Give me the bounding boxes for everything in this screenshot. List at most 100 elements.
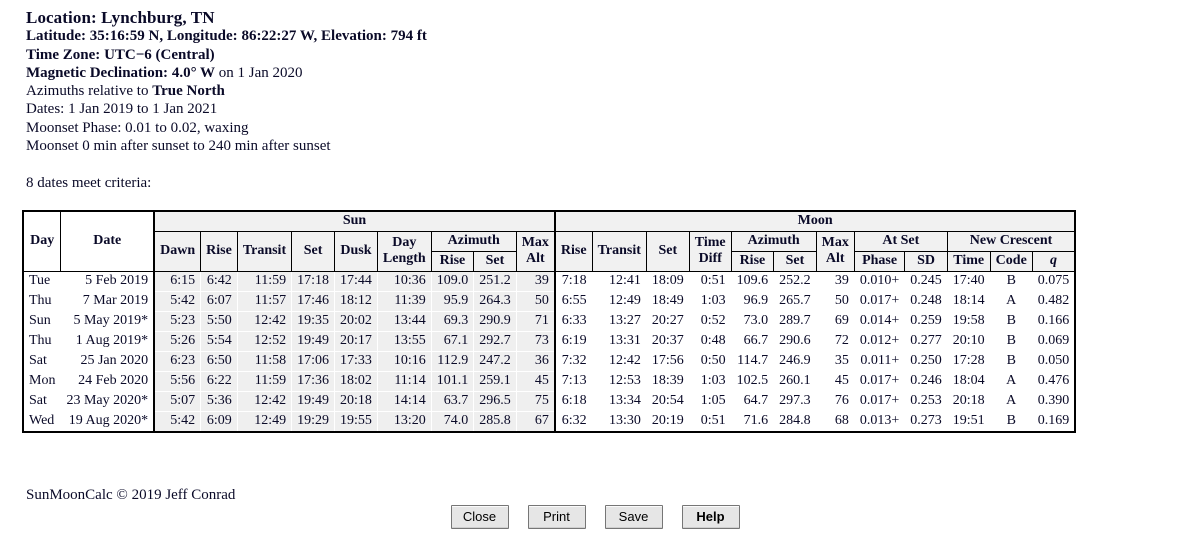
- cell-sun-az-rise: 109.0: [430, 271, 475, 292]
- table-row: Sun 5 May 2019* 5:23 5:50 12:42 19:35 20:02 13:…: [22, 311, 1077, 332]
- cell-sun-transit: 12:42: [236, 391, 293, 412]
- table-head: Day Date Sun Moon Dawn Rise Transit Set …: [22, 210, 1077, 272]
- cell-sun-day-length: 11:39: [376, 291, 432, 312]
- header-row-sub: Dawn Rise Transit Set Dusk Day Length Az…: [23, 231, 1077, 272]
- cell-moon-az-rise: 109.6: [730, 271, 775, 292]
- cell-sun-rise: 5:36: [200, 391, 238, 412]
- cell-moon-set: 20:37: [645, 331, 690, 352]
- cell-nc-q: 0.482: [1031, 291, 1077, 312]
- cell-moon-transit: 13:34: [591, 391, 647, 412]
- cell-date: 1 Aug 2019*: [60, 331, 155, 352]
- col-header-moon-max-alt: Max Alt: [815, 231, 855, 272]
- col-header-sun-transit: Transit: [236, 231, 293, 272]
- sun-day-length-line1: Day: [392, 235, 417, 250]
- table-row: Wed 19 Aug 2020* 5:42 6:09 12:49 19:29 19:55 13…: [22, 411, 1077, 433]
- col-header-sun-day-length: Day Length: [376, 231, 432, 272]
- cell-moon-time-diff: 1:03: [688, 291, 732, 312]
- cell-sun-max-alt: 45: [515, 371, 556, 392]
- cell-sun-rise: 6:09: [200, 411, 238, 433]
- cell-moon-max-alt: 35: [815, 351, 855, 372]
- col-header-sun-az-set: Set: [473, 251, 517, 272]
- declination-value: 4.0° W: [171, 64, 216, 81]
- cell-sun-day-length: 13:44: [376, 311, 432, 332]
- cell-sun-max-alt: 71: [515, 311, 556, 332]
- cell-sun-max-alt: 67: [515, 411, 556, 433]
- cell-sun-dusk: 20:17: [334, 331, 378, 352]
- moon-time-diff-line2: Diff: [698, 251, 722, 266]
- table-row: Tue 5 Feb 2019 6:15 6:42 11:59 17:18 17:44 10:3…: [22, 271, 1077, 292]
- cell-sun-set: 19:29: [291, 411, 336, 433]
- cell-moon-rise: 6:33: [554, 311, 593, 332]
- save-button[interactable]: Save: [604, 505, 663, 529]
- cell-moon-rise: 6:32: [554, 411, 593, 433]
- cell-nc-code: B: [989, 331, 1033, 352]
- cell-sun-set: 17:06: [291, 351, 336, 372]
- location-value: Lynchburg, TN: [101, 8, 215, 27]
- cell-moon-phase: 0.010+: [853, 271, 906, 292]
- col-header-sun-rise: Rise: [200, 231, 238, 272]
- elevation-value: 794 ft: [390, 28, 427, 45]
- cell-sun-az-set: 290.9: [473, 311, 517, 332]
- cell-sun-az-set: 259.1: [473, 371, 517, 392]
- col-header-moon-phase: Phase: [853, 251, 906, 272]
- cell-sun-transit: 12:52: [236, 331, 293, 352]
- declination-label: Magnetic Declination:: [26, 64, 169, 81]
- close-button[interactable]: Close: [450, 505, 509, 529]
- cell-day: Sat: [22, 351, 62, 372]
- cell-moon-max-alt: 72: [815, 331, 855, 352]
- col-header-new-crescent: New Crescent: [946, 231, 1077, 252]
- col-header-sun-set: Set: [291, 231, 336, 272]
- cell-sun-dusk: 20:18: [334, 391, 378, 412]
- cell-nc-time: 18:04: [946, 371, 991, 392]
- cell-sun-max-alt: 50: [515, 291, 556, 312]
- cell-nc-q: 0.390: [1031, 391, 1077, 412]
- declination-line: Magnetic Declination: 4.0° W on 1 Jan 20…: [26, 64, 427, 82]
- cell-date: 5 Feb 2019: [60, 271, 155, 292]
- cell-moon-time-diff: 1:03: [688, 371, 732, 392]
- col-header-sun-azimuth: Azimuth: [430, 231, 517, 252]
- cell-sun-set: 19:49: [291, 391, 336, 412]
- cell-moon-transit: 12:49: [591, 291, 647, 312]
- cell-sun-set: 17:18: [291, 271, 336, 292]
- cell-sun-az-rise: 63.7: [430, 391, 475, 412]
- cell-moon-phase: 0.017+: [853, 391, 906, 412]
- sun-max-alt-line2: Alt: [525, 251, 545, 266]
- timezone-label: Time Zone:: [26, 46, 101, 63]
- group-header-moon: Moon: [554, 210, 1077, 232]
- header-row-groups: Day Date Sun Moon: [22, 210, 1077, 272]
- cell-moon-time-diff: 0:50: [688, 351, 732, 372]
- cell-moon-sd: 0.273: [904, 411, 948, 433]
- cell-sun-day-length: 10:36: [376, 271, 432, 292]
- cell-sun-az-rise: 112.9: [430, 351, 475, 372]
- cell-sun-day-length: 14:14: [376, 391, 432, 412]
- cell-moon-time-diff: 1:05: [688, 391, 732, 412]
- cell-sun-az-rise: 67.1: [430, 331, 475, 352]
- cell-moon-az-set: 289.7: [773, 311, 817, 332]
- moon-max-alt-line1: Max: [821, 235, 849, 250]
- cell-moon-az-set: 265.7: [773, 291, 817, 312]
- copyright-notice: SunMoonCalc © 2019 Jeff Conrad: [26, 487, 236, 503]
- cell-nc-time: 17:40: [946, 271, 991, 292]
- dates-range-line: Dates: 1 Jan 2019 to 1 Jan 2021: [26, 101, 218, 118]
- azimuth-reference-prefix: Azimuths relative to: [26, 83, 149, 100]
- cell-moon-max-alt: 76: [815, 391, 855, 412]
- cell-sun-rise: 6:07: [200, 291, 238, 312]
- cell-nc-q: 0.476: [1031, 371, 1077, 392]
- help-button[interactable]: Help: [681, 505, 740, 529]
- cell-sun-dawn: 5:26: [153, 331, 202, 352]
- cell-sun-az-set: 247.2: [473, 351, 517, 372]
- cell-date: 19 Aug 2020*: [60, 411, 155, 433]
- cell-sun-az-rise: 95.9: [430, 291, 475, 312]
- table-row: Sat 25 Jan 2020 6:23 6:50 11:58 17:06 17:33 10:…: [22, 351, 1077, 372]
- azimuth-reference-line: Azimuths relative to True North: [26, 82, 427, 100]
- print-button[interactable]: Print: [527, 505, 586, 529]
- cell-moon-time-diff: 0:52: [688, 311, 732, 332]
- moonset-window-line: Moonset 0 min after sunset to 240 min af…: [26, 138, 331, 155]
- cell-moon-phase: 0.017+: [853, 291, 906, 312]
- cell-moon-transit: 13:30: [591, 411, 647, 433]
- cell-nc-time: 19:58: [946, 311, 991, 332]
- cell-moon-transit: 12:53: [591, 371, 647, 392]
- button-bar: Close Print Save Help: [0, 505, 1190, 529]
- cell-moon-rise: 7:18: [554, 271, 593, 292]
- cell-sun-rise: 6:50: [200, 351, 238, 372]
